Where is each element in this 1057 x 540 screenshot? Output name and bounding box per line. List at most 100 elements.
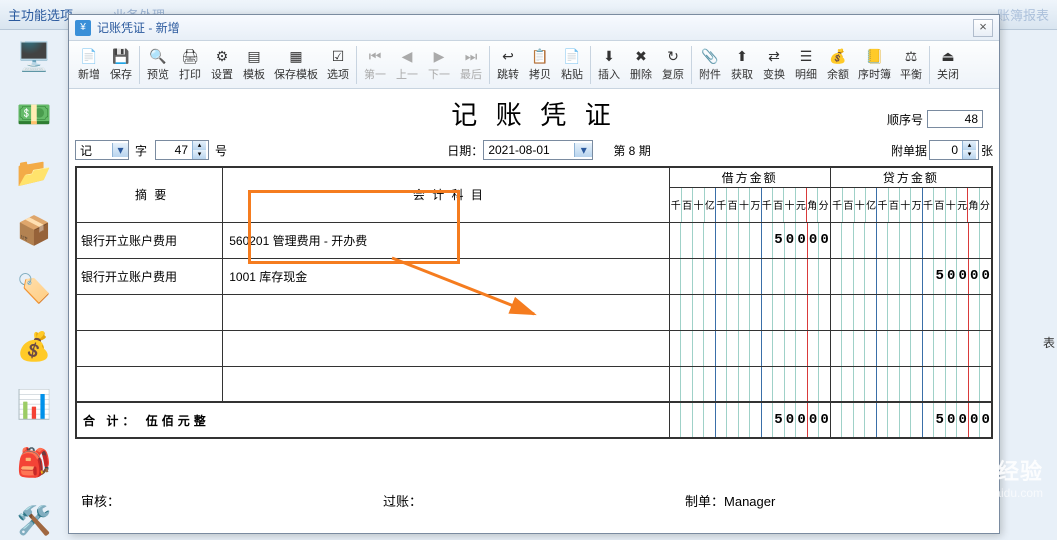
tb-变换[interactable]: ⇄变换 (758, 46, 790, 84)
debit-digit-hdr: 千百十亿千百十万千百十元角分 (669, 187, 830, 222)
toolbar-icon: ↻ (663, 48, 683, 66)
tb-上一: ◀上一 (391, 46, 423, 84)
moneybag-icon[interactable]: 💰 (14, 326, 54, 366)
table-row[interactable] (76, 330, 992, 366)
debit-cell[interactable]: 50000 (669, 222, 830, 258)
voucher-num-field[interactable]: 47 ▴▾ (155, 140, 209, 160)
table-row[interactable]: 银行开立账户费用1001 库存现金 50000 (76, 258, 992, 294)
credit-cell[interactable] (830, 222, 992, 258)
post-label: 过账： (383, 491, 685, 510)
spinner-icon[interactable]: ▴▾ (192, 141, 206, 159)
debit-cell[interactable] (669, 258, 830, 294)
sack-icon[interactable]: 🎒 (14, 442, 54, 482)
menu-item[interactable]: 账簿报表 (997, 5, 1049, 24)
tb-保存模板[interactable]: ▦保存模板 (270, 46, 322, 84)
toolbar-icon: 💰 (828, 48, 848, 66)
tb-获取[interactable]: ⬆获取 (726, 46, 758, 84)
summary-cell[interactable] (76, 330, 223, 366)
toolbar: 📄新增💾保存🔍预览🖨打印⚙设置▤模板▦保存模板☑选项⏮第一◀上一▶下一⏭最后↩跳… (69, 41, 999, 89)
toolbar-label: 设置 (211, 66, 233, 82)
date-field[interactable]: 2021-08-01 ▾ (483, 140, 593, 160)
toolbar-icon: ⬇ (599, 48, 619, 66)
voucher-window: ¥ 记账凭证 - 新增 × 📄新增💾保存🔍预览🖨打印⚙设置▤模板▦保存模板☑选项… (68, 14, 1000, 534)
tb-打印[interactable]: 🖨打印 (174, 46, 206, 84)
toolbar-label: 模板 (243, 66, 265, 82)
tb-跳转[interactable]: ↩跳转 (492, 46, 524, 84)
debit-cell[interactable] (669, 330, 830, 366)
account-cell[interactable]: 1001 库存现金 (223, 258, 669, 294)
chevron-down-icon: ▾ (574, 143, 592, 157)
tb-下一: ▶下一 (423, 46, 455, 84)
table-row[interactable] (76, 294, 992, 330)
audit-label: 审核： (81, 491, 383, 510)
tb-平衡[interactable]: ⚖平衡 (895, 46, 927, 84)
credit-cell[interactable] (830, 294, 992, 330)
attach-count-field[interactable]: 0 ▴▾ (929, 140, 979, 160)
tb-选项[interactable]: ☑选项 (322, 46, 354, 84)
credit-cell[interactable] (830, 366, 992, 402)
tb-模板[interactable]: ▤模板 (238, 46, 270, 84)
toolbar-icon: 📎 (700, 48, 720, 66)
account-cell[interactable]: 560201 管理费用 - 开办费 (223, 222, 669, 258)
chevron-down-icon: ▾ (112, 143, 128, 157)
tag-icon[interactable]: 🏷️ (14, 268, 54, 308)
tb-粘贴[interactable]: 📄粘贴 (556, 46, 588, 84)
account-cell[interactable] (223, 294, 669, 330)
tb-附件[interactable]: 📎附件 (694, 46, 726, 84)
voucher-table[interactable]: 摘 要 会 计 科 目 借方金额 贷方金额 千百十亿千百十万千百十元角分 千百十… (75, 166, 993, 439)
debit-cell[interactable] (669, 366, 830, 402)
close-button[interactable]: × (973, 19, 993, 37)
account-cell[interactable] (223, 366, 669, 402)
toolbar-label: 拷贝 (529, 66, 551, 82)
toolbar-icon: ⚙ (212, 48, 232, 66)
spinner-icon[interactable]: ▴▾ (962, 141, 976, 159)
tb-删除[interactable]: ✖删除 (625, 46, 657, 84)
seq-no-field[interactable]: 48 (927, 110, 983, 128)
table-row[interactable] (76, 366, 992, 402)
tb-新增[interactable]: 📄新增 (73, 46, 105, 84)
toolbar-label: 选项 (327, 66, 349, 82)
prefix-select[interactable]: 记 ▾ (75, 140, 129, 160)
tb-保存[interactable]: 💾保存 (105, 46, 137, 84)
total-row: 合 计： 伍佰元整 (76, 402, 669, 438)
tb-设置[interactable]: ⚙设置 (206, 46, 238, 84)
tb-拷贝[interactable]: 📋拷贝 (524, 46, 556, 84)
summary-cell[interactable]: 银行开立账户费用 (76, 258, 223, 294)
menu-item[interactable]: 主功能选项 (8, 5, 73, 24)
credit-cell[interactable] (830, 330, 992, 366)
table-row[interactable]: 银行开立账户费用560201 管理费用 - 开办费50000 (76, 222, 992, 258)
tb-复原[interactable]: ↻复原 (657, 46, 689, 84)
tb-关闭[interactable]: ⏏关闭 (932, 46, 964, 84)
folder-gear-icon[interactable]: 📂 (14, 152, 54, 192)
period-n: 8 (629, 144, 636, 158)
tb-明细[interactable]: ☰明细 (790, 46, 822, 84)
tb-插入[interactable]: ⬇插入 (593, 46, 625, 84)
monitor-icon[interactable]: 🖥️ (14, 36, 54, 76)
debit-cell[interactable] (669, 294, 830, 330)
summary-cell[interactable] (76, 294, 223, 330)
toolbar-icon: 📒 (865, 48, 885, 66)
summary-cell[interactable]: 银行开立账户费用 (76, 222, 223, 258)
zhang-label: 张 (981, 142, 993, 159)
toolbar-label: 平衡 (900, 66, 922, 82)
toolbar-label: 保存 (110, 66, 132, 82)
tb-预览[interactable]: 🔍预览 (142, 46, 174, 84)
maker-block: 制单：Manager (685, 491, 987, 510)
tools-icon[interactable]: 🛠️ (14, 500, 54, 540)
footer-row: 审核： 过账： 制单：Manager (75, 491, 993, 510)
box-icon[interactable]: 📦 (14, 210, 54, 250)
toolbar-label: 余额 (827, 66, 849, 82)
toolbar-label: 关闭 (937, 66, 959, 82)
voucher-header: 顺序号 48 记 ▾ 字 47 ▴▾ 号 日期： 2021-08-01 ▾ 第 … (75, 138, 993, 162)
report-icon[interactable]: 📊 (14, 384, 54, 424)
toolbar-icon: ☰ (796, 48, 816, 66)
account-cell[interactable] (223, 330, 669, 366)
credit-cell[interactable]: 50000 (830, 258, 992, 294)
summary-cell[interactable] (76, 366, 223, 402)
money-icon[interactable]: 💵 (14, 94, 54, 134)
window-title: 记账凭证 - 新增 (97, 19, 180, 36)
tb-余额[interactable]: 💰余额 (822, 46, 854, 84)
titlebar[interactable]: ¥ 记账凭证 - 新增 × (69, 15, 999, 41)
col-credit: 贷方金额 (830, 167, 992, 187)
tb-序时簿[interactable]: 📒序时簿 (854, 46, 895, 84)
